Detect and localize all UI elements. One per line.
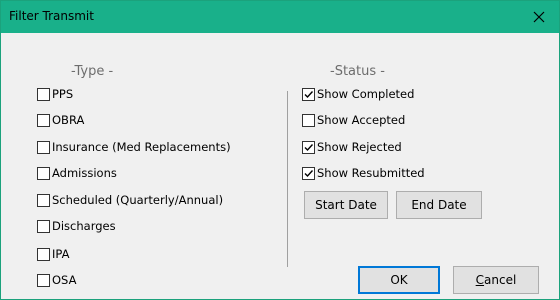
checkbox-ipa[interactable]: IPA bbox=[37, 245, 69, 263]
checkbox-admissions[interactable]: Admissions bbox=[37, 164, 117, 182]
checkbox-box[interactable] bbox=[37, 113, 50, 127]
close-button[interactable] bbox=[519, 1, 559, 33]
dialog-title: Filter Transmit bbox=[9, 9, 94, 23]
type-heading: -Type - bbox=[71, 64, 114, 79]
end-date-button[interactable]: End Date bbox=[396, 191, 482, 219]
checkbox-label: PPS bbox=[52, 87, 74, 101]
checkbox-label: Discharges bbox=[52, 219, 116, 233]
title-bar: Filter Transmit bbox=[1, 1, 559, 33]
checkbox-show-completed[interactable]: Show Completed bbox=[302, 85, 414, 103]
checkbox-label: Show Rejected bbox=[317, 140, 402, 154]
checkbox-box[interactable] bbox=[302, 166, 315, 180]
checkbox-box[interactable] bbox=[37, 87, 50, 101]
checkmark-icon bbox=[304, 90, 314, 98]
checkbox-label: Show Accepted bbox=[317, 113, 406, 127]
filter-transmit-dialog: Filter Transmit -Type - PPS OBRA Insuran… bbox=[0, 0, 560, 300]
checkbox-label: Admissions bbox=[52, 166, 117, 180]
checkbox-discharges[interactable]: Discharges bbox=[37, 217, 116, 235]
cancel-button[interactable]: Cancel bbox=[453, 266, 539, 294]
checkbox-show-accepted[interactable]: Show Accepted bbox=[302, 111, 405, 129]
checkbox-show-rejected[interactable]: Show Rejected bbox=[302, 138, 402, 156]
checkbox-box[interactable] bbox=[302, 113, 315, 127]
checkbox-obra[interactable]: OBRA bbox=[37, 111, 84, 129]
checkbox-box[interactable] bbox=[37, 140, 50, 154]
checkbox-label: Scheduled (Quarterly/Annual) bbox=[52, 193, 224, 207]
checkbox-scheduled[interactable]: Scheduled (Quarterly/Annual) bbox=[37, 191, 223, 209]
checkbox-insurance[interactable]: Insurance (Med Replacements) bbox=[37, 138, 231, 156]
checkbox-box[interactable] bbox=[302, 140, 315, 154]
checkbox-box[interactable] bbox=[37, 219, 50, 233]
checkbox-box[interactable] bbox=[37, 193, 50, 207]
checkbox-box[interactable] bbox=[37, 247, 50, 261]
checkmark-icon bbox=[304, 143, 314, 151]
checkbox-box[interactable] bbox=[37, 273, 50, 287]
checkbox-label: Insurance (Med Replacements) bbox=[52, 140, 231, 154]
start-date-button[interactable]: Start Date bbox=[304, 191, 388, 219]
checkbox-osa[interactable]: OSA bbox=[37, 271, 76, 289]
checkbox-label: Show Resubmitted bbox=[317, 166, 425, 180]
checkbox-pps[interactable]: PPS bbox=[37, 85, 73, 103]
checkbox-box[interactable] bbox=[302, 87, 315, 101]
ok-button[interactable]: OK bbox=[358, 266, 440, 294]
cancel-label-rest: ancel bbox=[484, 273, 517, 287]
checkbox-label: IPA bbox=[52, 247, 70, 261]
close-icon bbox=[533, 11, 545, 23]
checkbox-show-resubmitted[interactable]: Show Resubmitted bbox=[302, 164, 425, 182]
checkbox-label: Show Completed bbox=[317, 87, 415, 101]
checkbox-box[interactable] bbox=[37, 166, 50, 180]
checkbox-label: OSA bbox=[52, 273, 77, 287]
status-heading: -Status - bbox=[330, 64, 385, 79]
section-divider bbox=[287, 91, 288, 267]
cancel-accelerator: C bbox=[475, 273, 485, 287]
checkbox-label: OBRA bbox=[52, 113, 85, 127]
checkmark-icon bbox=[304, 169, 314, 177]
